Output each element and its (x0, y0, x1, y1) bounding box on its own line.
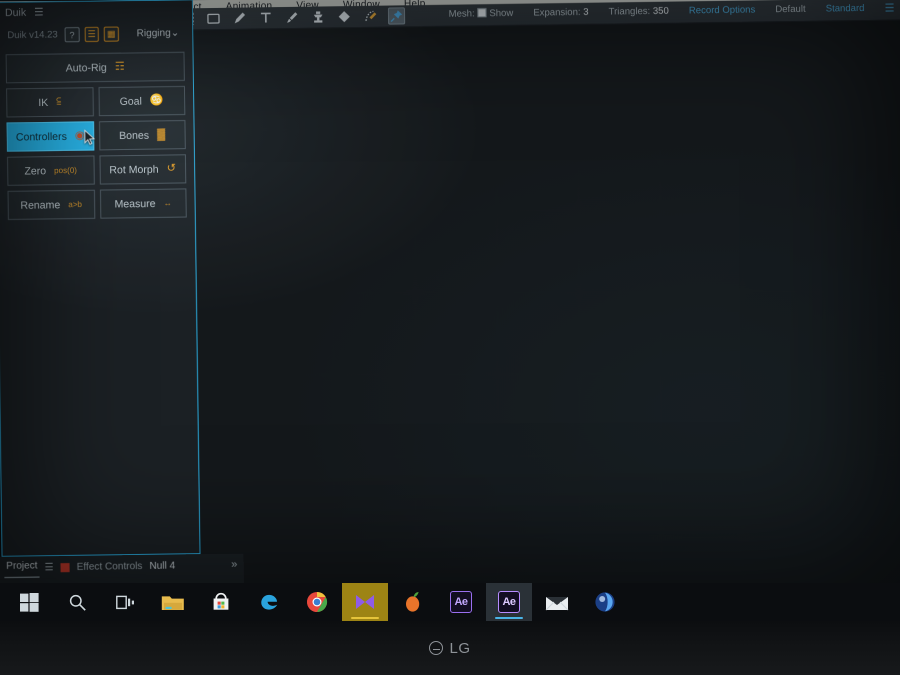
duik-rename-button[interactable]: Rename a>b (7, 189, 95, 221)
microsoft-store-icon[interactable] (198, 583, 244, 621)
bones-icon: ▓ (157, 128, 166, 141)
shape-tool[interactable] (205, 10, 222, 27)
monitor-brand: LG (449, 639, 471, 657)
tab-effect-controls[interactable]: Effect Controls (77, 561, 143, 573)
fl-studio-icon[interactable] (390, 583, 436, 621)
brush-tool[interactable] (283, 9, 300, 26)
duik-controllers-button[interactable]: Controllers ◉ (6, 121, 96, 152)
duik-menu-icon[interactable]: ☰ (34, 6, 44, 18)
search-icon[interactable] (54, 583, 100, 621)
monitor-logo: LG (429, 640, 470, 657)
zero-icon: pos(0) (54, 165, 78, 176)
duik-ik-button[interactable]: IK ⫅ (6, 87, 94, 118)
ik-icon: ⫅ (56, 95, 62, 108)
duik-mode-label: Rigging (136, 27, 171, 40)
duik-list-icon[interactable]: ☰ (84, 26, 100, 43)
duik-row-controllers-bones: Controllers ◉ Bones ▓ (6, 120, 186, 152)
puppet-tool-options: Mesh: Show Expansion: 3 Triangles: 350 R… (449, 1, 895, 20)
mouse-cursor (84, 129, 96, 145)
chevron-down-icon: ⌄ (170, 27, 180, 39)
lg-logo-icon (429, 641, 444, 655)
duik-auto-rig-button[interactable]: Auto-Rig ☶ (5, 51, 185, 84)
duik-version: Duik v14.23 (7, 29, 58, 42)
duik-toolbar-row: Duik v14.23 ? ☰ ▦ Rigging ⌄ (0, 20, 192, 50)
measure-icon: ↔ (163, 198, 172, 208)
after-effects-active-icon[interactable]: Ae (486, 583, 532, 621)
triangles-label: Triangles: (608, 5, 651, 18)
duik-row-rename-measure: Rename a>b Measure ↔ (7, 188, 187, 221)
show-label: Show (489, 7, 514, 20)
controllers-label: Controllers (15, 130, 67, 144)
expansion-value[interactable]: 3 (583, 7, 588, 18)
mesh-label: Mesh: (448, 8, 475, 20)
measure-label: Measure (114, 197, 156, 210)
bones-label: Bones (119, 129, 150, 142)
workspace-menu-icon[interactable]: ☰ (884, 1, 894, 14)
rename-label: Rename (20, 198, 61, 212)
duik-rot-morph-button[interactable]: Rot Morph ↺ (98, 154, 187, 185)
expansion-option[interactable]: Expansion: 3 (533, 7, 588, 19)
monitor-screen: Layer Effect Animation View Window Help (0, 0, 900, 675)
chrome-browser-icon[interactable] (294, 583, 340, 621)
after-effects-icon[interactable]: Ae (438, 583, 484, 621)
mail-icon[interactable] (534, 583, 580, 621)
duik-panel-header: Duik ☰ (0, 0, 193, 24)
project-menu-icon[interactable]: ☰ (44, 562, 53, 573)
effect-controls-color-icon (60, 562, 70, 572)
triangles-option[interactable]: Triangles: 350 (609, 6, 669, 18)
taskbar-items: Ae Ae (0, 583, 900, 621)
start-button[interactable] (6, 583, 52, 621)
duik-bones-button[interactable]: Bones ▓ (98, 120, 186, 151)
effect-controls-target: Null 4 (149, 560, 176, 572)
edge-browser-icon[interactable] (246, 583, 292, 621)
triangles-value[interactable]: 350 (653, 6, 669, 17)
rot-morph-icon: ↺ (166, 162, 176, 175)
duik-measure-button[interactable]: Measure ↔ (99, 188, 187, 219)
puppet-pin-tool[interactable] (387, 7, 406, 25)
zero-label: Zero (24, 164, 47, 178)
record-options-button[interactable]: Record Options (689, 4, 755, 16)
auto-rig-label: Auto-Rig (65, 61, 107, 74)
duik-grid-icon[interactable]: ▦ (103, 26, 119, 42)
ae-tile-active: Ae (498, 591, 520, 613)
goal-icon: ♋ (149, 94, 164, 107)
duik-row-ik-goal: IK ⫅ Goal ♋ (6, 85, 186, 118)
ik-label: IK (38, 96, 49, 109)
media-player-icon[interactable] (342, 583, 388, 621)
show-checkbox[interactable] (477, 8, 487, 18)
goal-label: Goal (119, 95, 142, 108)
tab-project[interactable]: Project (6, 561, 37, 576)
workspace-default[interactable]: Default (775, 4, 805, 15)
browser-blue-icon[interactable] (582, 583, 628, 621)
workspace-standard[interactable]: Standard (826, 3, 865, 15)
duik-help-button[interactable]: ? (64, 27, 80, 43)
duik-zero-button[interactable]: Zero pos(0) (7, 155, 95, 186)
task-view-icon[interactable] (102, 583, 148, 621)
duik-panel: Duik ☰ Duik v14.23 ? ☰ ▦ Rigging ⌄ Auto-… (0, 0, 201, 557)
rename-icon: a>b (68, 199, 83, 210)
roto-brush-tool[interactable] (362, 8, 379, 25)
screenshot-root: Layer Effect Animation View Window Help (0, 0, 900, 675)
pen-tool[interactable] (231, 9, 248, 26)
project-panel-tabs: Project ☰ Effect Controls Null 4 » (0, 553, 244, 580)
ae-tile: Ae (450, 591, 472, 613)
monitor-bezel: LG (0, 621, 900, 675)
duik-goal-button[interactable]: Goal ♋ (98, 85, 186, 117)
rot-morph-label: Rot Morph (109, 163, 159, 176)
type-tool[interactable] (257, 9, 274, 26)
duik-button-grid: Auto-Rig ☶ IK ⫅ Goal ♋ Controllers ◉ Bon… (0, 48, 195, 221)
file-explorer-icon[interactable] (150, 583, 196, 621)
mesh-show-option[interactable]: Mesh: Show (449, 8, 514, 20)
more-tabs-icon[interactable]: » (231, 559, 237, 571)
person-icon: ☶ (114, 60, 125, 73)
duik-mode-select[interactable]: Rigging ⌄ (129, 25, 184, 43)
clone-stamp-tool[interactable] (310, 8, 327, 25)
duik-title: Duik (4, 6, 27, 20)
expansion-label: Expansion: (533, 6, 581, 19)
duik-row-zero-rotmorph: Zero pos(0) Rot Morph ↺ (7, 154, 187, 186)
eraser-tool[interactable] (336, 8, 353, 25)
windows-taskbar: Ae Ae (0, 583, 900, 621)
